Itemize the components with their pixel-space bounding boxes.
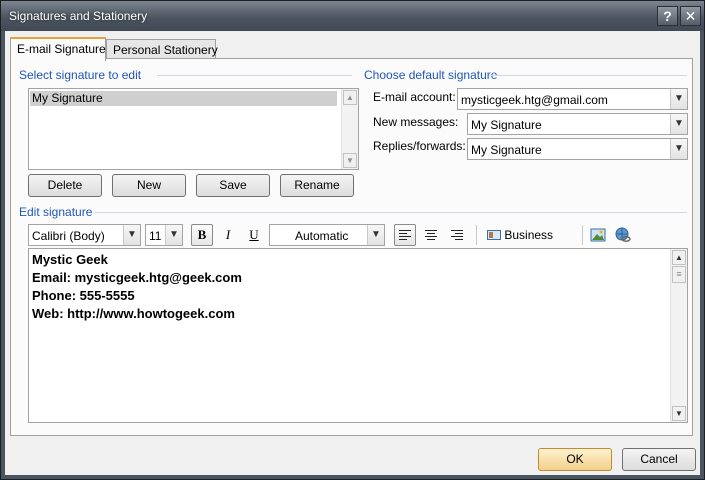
chevron-down-icon[interactable]: ▼: [670, 89, 687, 109]
signature-line: Phone: 555-5555: [32, 288, 135, 303]
signature-editor[interactable]: Mystic Geek Email: mysticgeek.htg@geek.c…: [28, 248, 688, 423]
hyperlink-globe-icon: [615, 227, 631, 242]
business-card-icon: [487, 230, 501, 240]
toolbar-separator: [582, 225, 583, 245]
cancel-button[interactable]: Cancel: [622, 448, 696, 471]
business-card-button[interactable]: Business Card: [482, 224, 578, 262]
chevron-down-icon[interactable]: ▼: [670, 114, 687, 134]
edit-signature-label: Edit signature: [19, 205, 93, 219]
scroll-down-arrow-icon[interactable]: ▼: [672, 406, 686, 421]
email-account-label: E-mail account:: [373, 90, 456, 104]
signature-line: Web: http://www.howtogeek.com: [32, 306, 235, 321]
font-select[interactable]: Calibri (Body) ▼: [28, 224, 141, 246]
replies-forwards-label: Replies/forwards:: [373, 139, 466, 153]
scroll-up-arrow-icon[interactable]: ▲: [343, 90, 357, 105]
tab-panel: Select signature to edit My Signature ▲ …: [10, 58, 693, 436]
align-left-icon: [399, 230, 411, 242]
bold-button[interactable]: B: [191, 224, 213, 246]
font-color-select[interactable]: Automatic ▼: [269, 224, 385, 246]
divider: [489, 75, 687, 76]
select-signature-label: Select signature to edit: [19, 68, 142, 82]
scroll-thumb[interactable]: ≡: [672, 266, 686, 283]
dialog-client: E-mail Signature Personal Stationery Sel…: [5, 31, 700, 475]
new-button[interactable]: New: [112, 174, 186, 197]
divider: [95, 212, 687, 213]
scroll-up-arrow-icon[interactable]: ▲: [672, 250, 686, 265]
align-center-button[interactable]: [420, 224, 442, 246]
align-center-icon: [425, 230, 437, 242]
insert-picture-button[interactable]: [587, 224, 609, 246]
new-messages-label: New messages:: [373, 115, 459, 129]
align-left-button[interactable]: [394, 224, 416, 246]
chevron-down-icon[interactable]: ▼: [165, 225, 182, 245]
help-button[interactable]: ?: [657, 6, 678, 26]
replies-forwards-select[interactable]: My Signature ▼: [467, 138, 688, 160]
font-size-select[interactable]: 11 ▼: [145, 224, 183, 246]
list-item[interactable]: My Signature: [30, 91, 337, 106]
chevron-down-icon[interactable]: ▼: [367, 225, 384, 245]
default-signature-label: Choose default signature: [364, 68, 498, 82]
list-scrollbar[interactable]: ▲ ▼: [341, 89, 358, 169]
chevron-down-icon[interactable]: ▼: [670, 139, 687, 159]
email-account-select[interactable]: mysticgeek.htg@gmail.com ▼: [457, 88, 688, 110]
signatures-dialog: Signatures and Stationery ? ✕ E-mail Sig…: [0, 0, 705, 480]
close-button[interactable]: ✕: [680, 6, 701, 26]
italic-button[interactable]: I: [217, 224, 239, 246]
chevron-down-icon[interactable]: ▼: [123, 225, 140, 245]
rename-button[interactable]: Rename: [280, 174, 354, 197]
signature-listbox[interactable]: My Signature ▲ ▼: [28, 88, 359, 170]
window-title: Signatures and Stationery: [9, 9, 148, 23]
title-bar[interactable]: Signatures and Stationery ? ✕: [1, 1, 704, 31]
picture-icon: [590, 228, 606, 242]
save-signature-button[interactable]: Save: [196, 174, 270, 197]
signature-line: Mystic Geek: [32, 252, 108, 267]
new-messages-select[interactable]: My Signature ▼: [467, 113, 688, 135]
ok-button[interactable]: OK: [538, 448, 612, 471]
align-right-button[interactable]: [446, 224, 468, 246]
toolbar-separator: [476, 225, 477, 245]
divider: [157, 75, 352, 76]
align-right-icon: [451, 230, 463, 242]
tab-email-signature[interactable]: E-mail Signature: [10, 37, 106, 61]
signature-line: Email: mysticgeek.htg@geek.com: [32, 270, 242, 285]
delete-button[interactable]: Delete: [28, 174, 102, 197]
editor-scrollbar[interactable]: ▲ ≡ ▼: [670, 249, 687, 422]
scroll-down-arrow-icon[interactable]: ▼: [343, 153, 357, 168]
underline-button[interactable]: U: [243, 224, 265, 246]
insert-hyperlink-button[interactable]: [612, 224, 634, 246]
tab-personal-stationery[interactable]: Personal Stationery: [106, 39, 218, 60]
